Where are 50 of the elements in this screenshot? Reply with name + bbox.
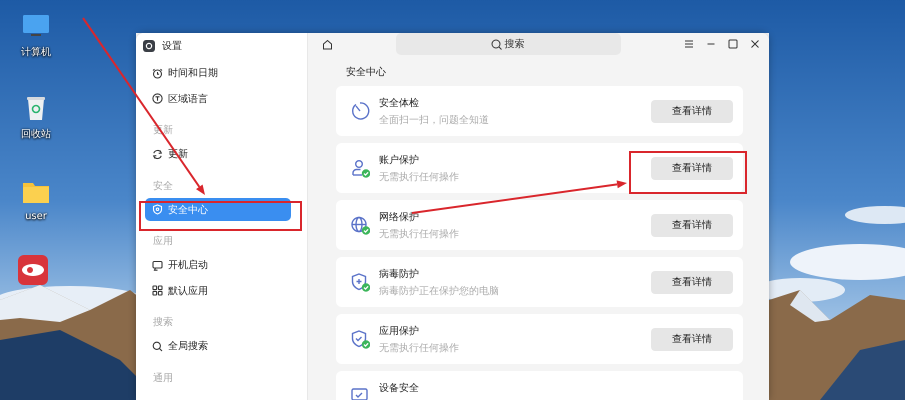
section-header: 搜索 (152, 316, 174, 330)
sidebar-item[interactable]: 默认应用 (145, 279, 291, 302)
search-icon (491, 38, 502, 50)
card-subtitle: 无需执行任何操作 (379, 171, 459, 184)
home-icon (322, 38, 333, 50)
shield-check-icon (350, 329, 370, 349)
details-button[interactable]: 查看详情 (651, 214, 733, 236)
card-title: 设备安全 (379, 382, 419, 395)
refresh-icon (152, 148, 163, 160)
icon-label: user (25, 211, 47, 222)
sidebar-item[interactable]: 开机启动 (145, 254, 291, 276)
dial-icon (350, 101, 370, 121)
shield-icon (152, 204, 163, 215)
card-title: 账户保护 (379, 154, 420, 167)
icon-label: 回收站 (21, 128, 51, 141)
section-header: 应用 (152, 234, 174, 249)
details-button[interactable]: 查看详情 (651, 270, 733, 294)
card-title: 安全体检 (379, 97, 420, 110)
details-button[interactable]: 查看详情 (651, 328, 733, 350)
gear-icon (143, 40, 155, 52)
close-icon[interactable] (750, 39, 760, 49)
card-title: 应用保护 (379, 325, 420, 338)
details-button[interactable]: 查看详情 (651, 156, 733, 180)
alarm-clock-icon (152, 68, 163, 78)
sidebar-item[interactable]: 区域语言 (145, 87, 291, 110)
card-subtitle: 病毒防护正在保护您的电脑 (379, 285, 499, 298)
maximize-icon[interactable] (728, 39, 738, 49)
app-icon (18, 255, 48, 285)
card-subtitle: 全面扫一扫，问题全知道 (379, 114, 489, 127)
window-title: 设置 (162, 40, 182, 53)
grid-icon (152, 285, 163, 296)
globe-check-icon (350, 215, 370, 235)
section-header: 安全 (152, 180, 174, 194)
section-heading: 安全中心 (345, 66, 387, 80)
user-check-icon (350, 158, 370, 178)
monitor-icon (152, 260, 163, 270)
card-title: 病毒防护 (379, 268, 420, 281)
section-header: 通用 (152, 372, 174, 386)
menu-icon[interactable] (684, 39, 694, 49)
search-icon (152, 340, 163, 352)
monitor-check-icon (350, 386, 370, 400)
details-button[interactable]: 查看详情 (651, 100, 733, 122)
card-subtitle: 无需执行任何操作 (379, 342, 459, 355)
shield-plus-icon (350, 272, 370, 292)
card-subtitle: 无需执行任何操作 (379, 228, 459, 241)
sidebar-item[interactable]: 时间和日期 (145, 62, 291, 84)
sidebar-item[interactable]: 全局搜索 (145, 334, 291, 358)
text-circle-icon (152, 93, 163, 104)
search-field[interactable]: 搜索 (396, 33, 621, 55)
icon-label: 计算机 (21, 46, 51, 59)
